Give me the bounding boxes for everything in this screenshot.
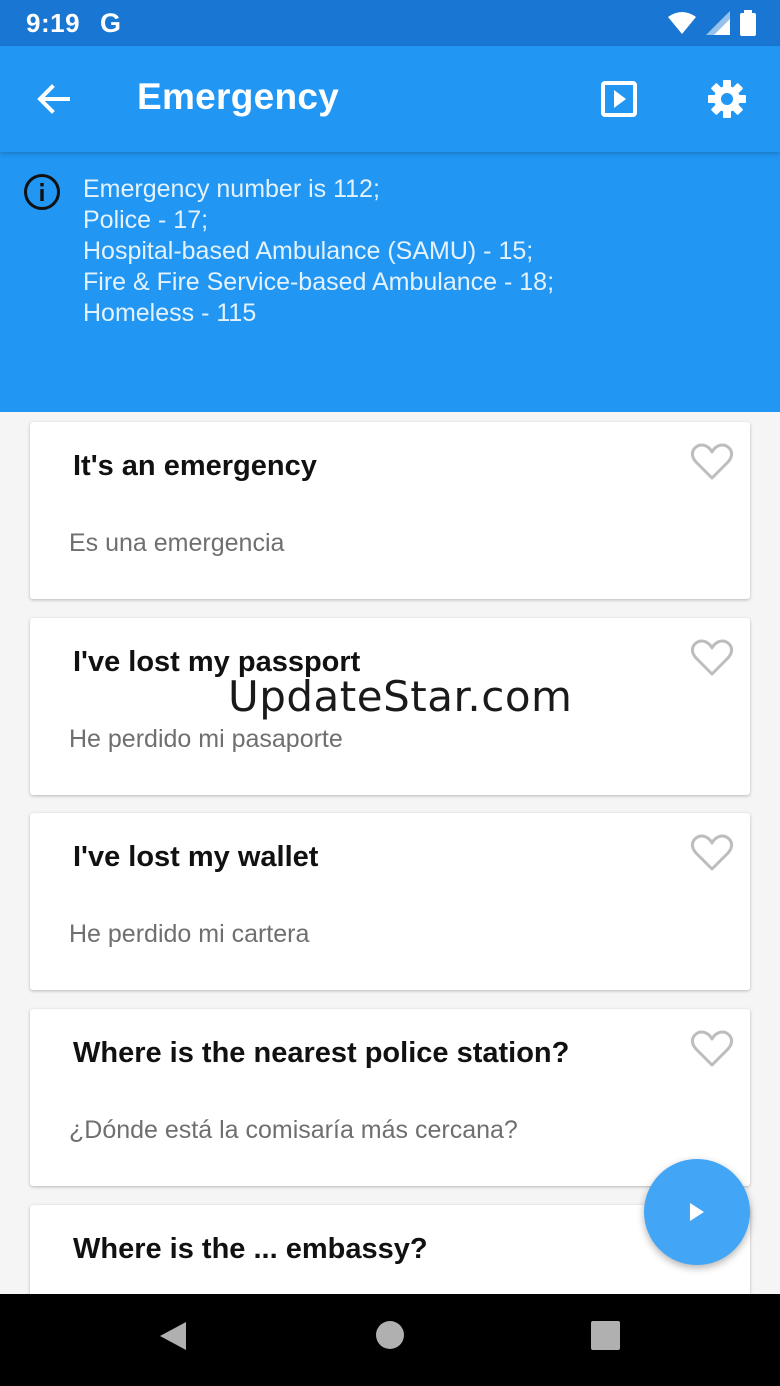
phrase-card[interactable]: Where is the ... embassy? — [30, 1205, 750, 1294]
battery-icon — [740, 10, 756, 36]
info-line: Fire & Fire Service-based Ambulance - 18… — [83, 268, 555, 296]
info-line: Hospital-based Ambulance (SAMU) - 15; — [83, 237, 534, 265]
back-button[interactable] — [28, 76, 78, 122]
phrase-english: It's an emergency — [73, 450, 317, 482]
info-line: Police - 17; — [83, 206, 209, 234]
emergency-numbers-text: Emergency number is 112; Police - 17; Ho… — [83, 174, 554, 329]
signal-icon — [706, 11, 730, 35]
settings-button[interactable] — [700, 74, 754, 124]
phrase-card[interactable]: Where is the nearest police station? ¿Dó… — [30, 1009, 750, 1186]
phrase-spanish: He perdido mi pasaporte — [69, 725, 343, 753]
info-line: Emergency number is 112; — [83, 175, 380, 203]
phrase-english: I've lost my wallet — [73, 841, 319, 873]
emergency-info-panel: Emergency number is 112; Police - 17; Ho… — [0, 152, 780, 412]
heart-icon[interactable] — [690, 442, 734, 482]
wifi-icon — [668, 12, 696, 34]
info-line: Homeless - 115 — [83, 299, 257, 327]
arrow-left-icon — [37, 84, 70, 114]
heart-icon[interactable] — [690, 833, 734, 873]
phrase-spanish: ¿Dónde está la comisaría más cercana? — [69, 1116, 518, 1144]
app-bar: Emergency — [0, 46, 780, 152]
heart-icon[interactable] — [690, 1029, 734, 1069]
nav-home-icon[interactable] — [375, 1320, 405, 1350]
nav-recents-icon[interactable] — [591, 1321, 620, 1350]
phrase-spanish: Es una emergencia — [69, 529, 285, 557]
phrase-english: Where is the nearest police station? — [73, 1037, 570, 1069]
watermark: UpdateStar.com — [228, 672, 573, 721]
status-app-indicator: G — [100, 8, 122, 38]
phrase-card[interactable]: It's an emergency Es una emergencia — [30, 422, 750, 599]
info-circle-icon — [24, 174, 60, 210]
navigation-bar — [0, 1294, 780, 1386]
status-bar: 9:19 G — [0, 0, 780, 46]
nav-back-icon[interactable] — [157, 1320, 189, 1352]
phrase-spanish: He perdido mi cartera — [69, 920, 310, 948]
heart-icon[interactable] — [690, 638, 734, 678]
status-icons — [668, 10, 756, 36]
phrase-list: It's an emergency Es una emergencia I've… — [0, 412, 780, 1294]
play-all-button[interactable] — [594, 76, 644, 122]
phrase-card[interactable]: I've lost my wallet He perdido mi carter… — [30, 813, 750, 990]
gear-icon — [708, 80, 746, 118]
status-time: 9:19 — [26, 8, 81, 38]
play-icon — [690, 1203, 704, 1221]
play-box-icon — [601, 81, 637, 117]
phrase-english: Where is the ... embassy? — [73, 1233, 428, 1265]
page-title: Emergency — [137, 76, 340, 117]
play-button[interactable] — [644, 1159, 750, 1265]
